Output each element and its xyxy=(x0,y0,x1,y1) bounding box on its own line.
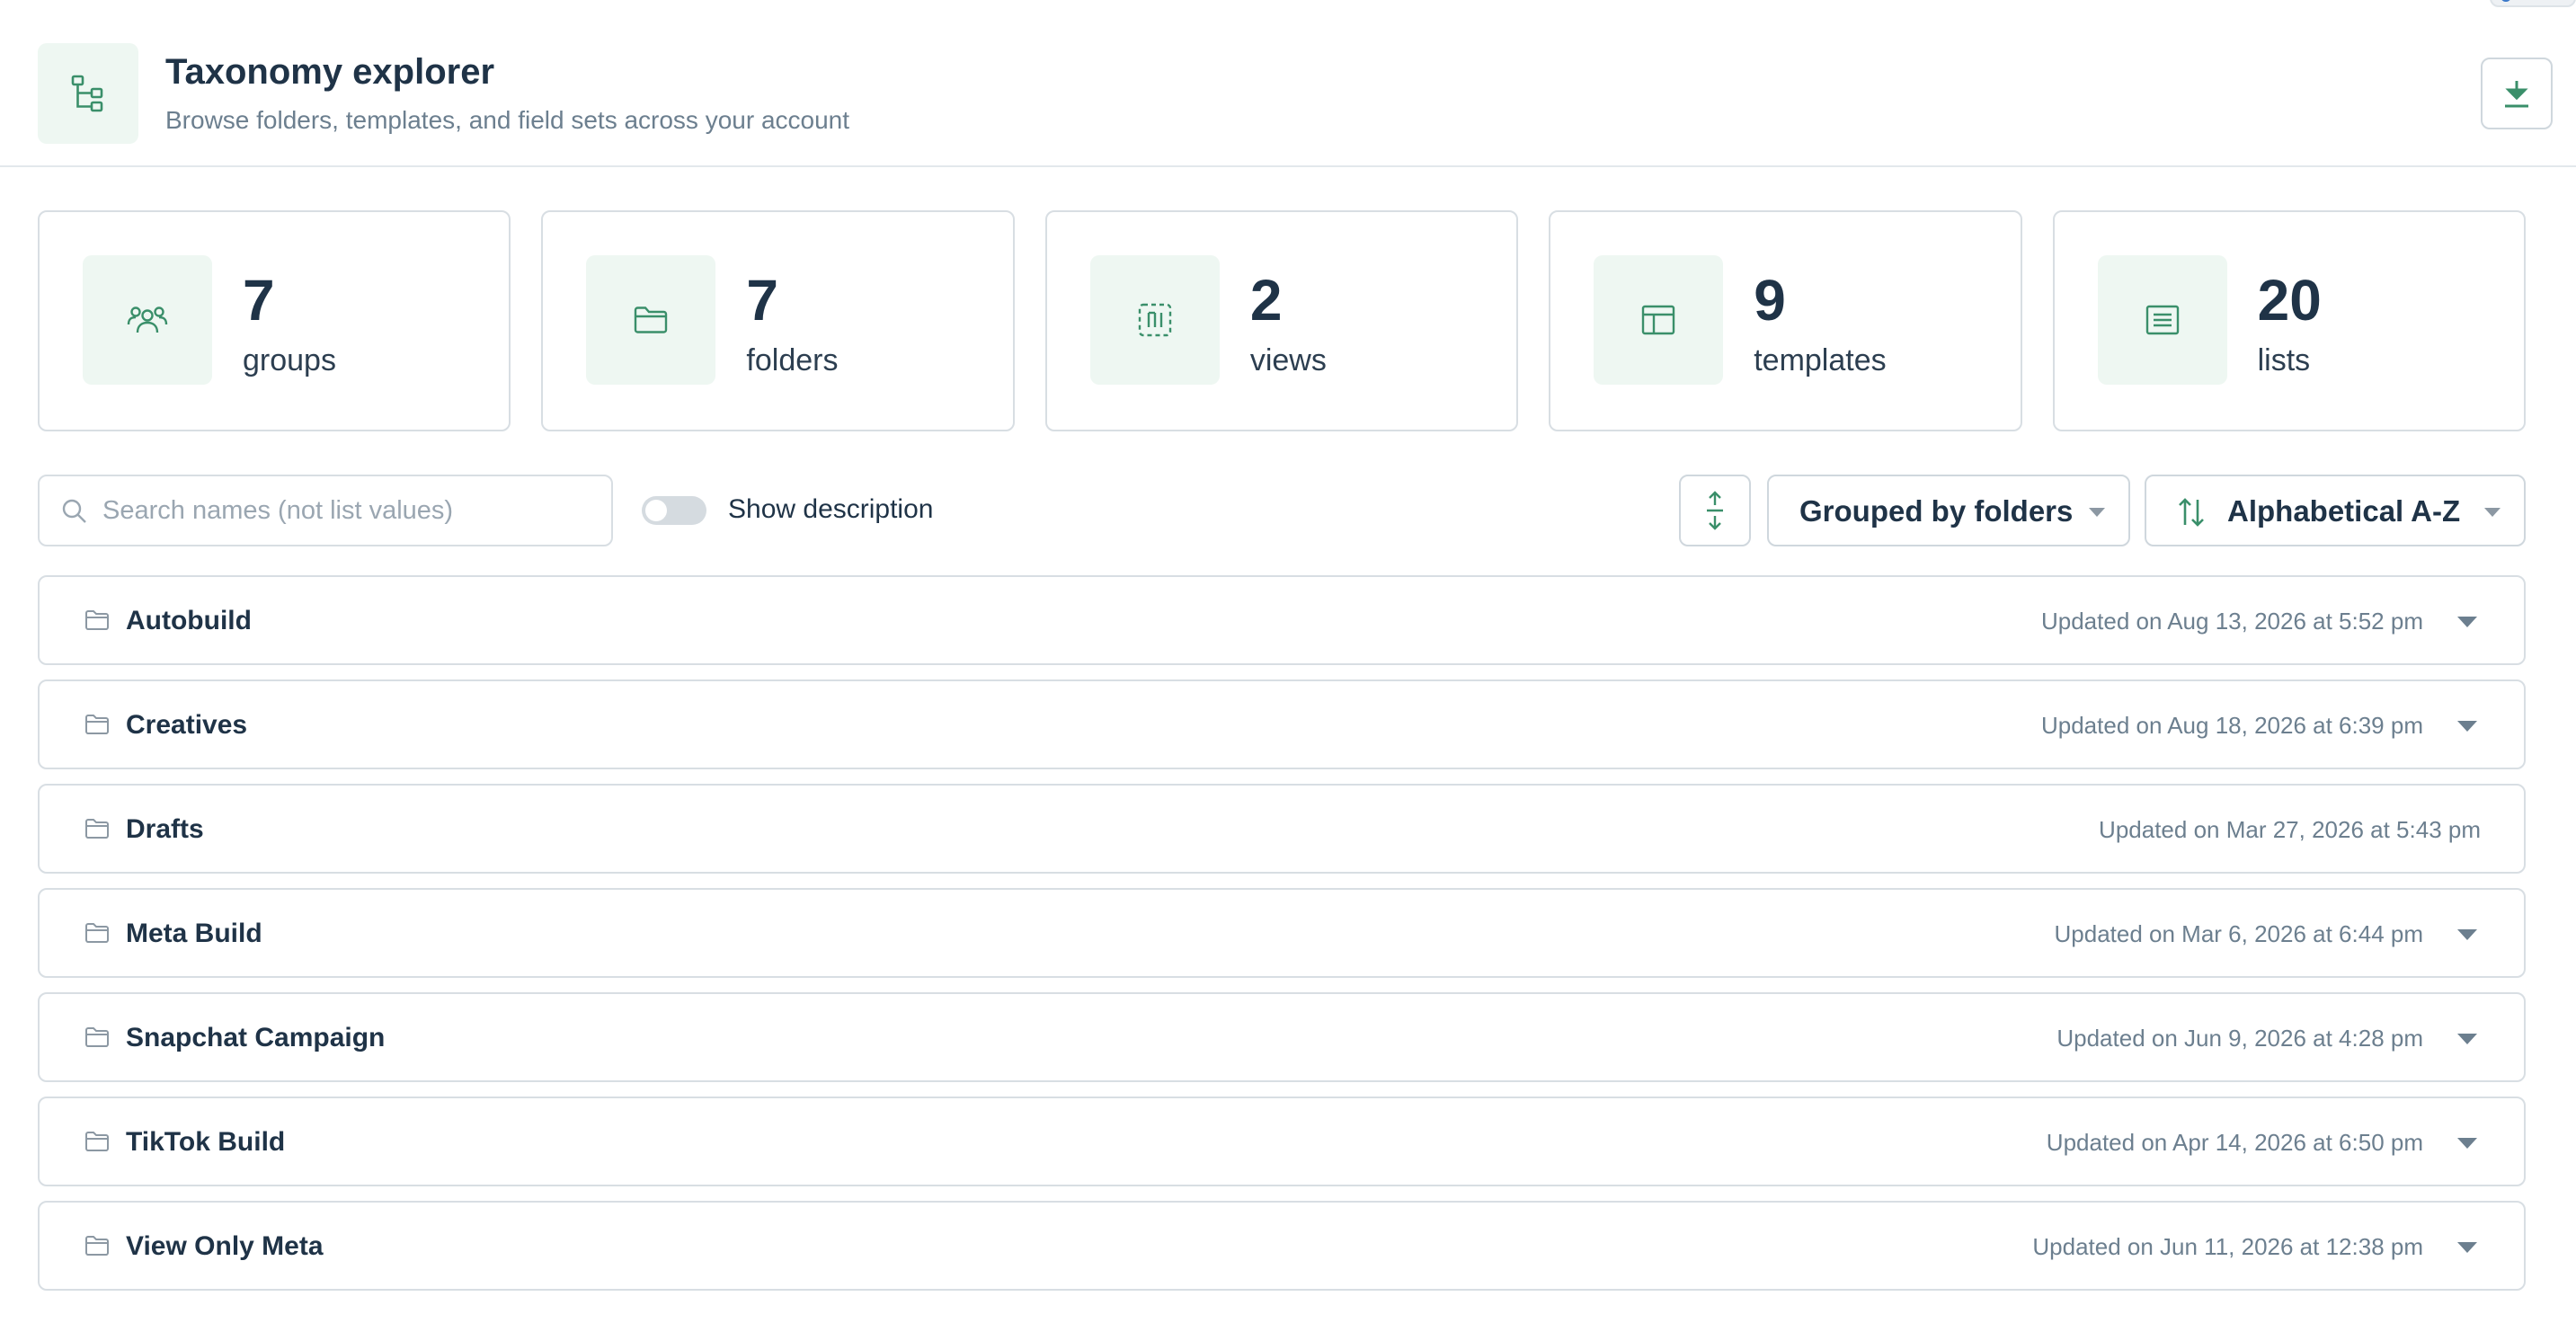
page-title: Taxonomy explorer xyxy=(165,52,495,92)
chevron-down-icon[interactable] xyxy=(2457,1242,2477,1253)
stat-card-folders: 7 folders xyxy=(541,210,1015,431)
stat-value: 20 xyxy=(2257,268,2322,333)
stat-card-lists: 20 lists xyxy=(2052,210,2527,431)
grouping-select-label: Grouped by folders xyxy=(1799,494,2074,528)
stat-card-groups: 7 groups xyxy=(38,210,511,431)
folder-updated: Updated on Aug 13, 2026 at 5:52 pm xyxy=(2040,608,2423,635)
list-icon xyxy=(2097,255,2227,385)
folder-icon xyxy=(85,610,109,630)
stat-label: lists xyxy=(2257,343,2311,377)
folder-icon xyxy=(85,819,109,839)
folder-icon xyxy=(85,1027,109,1047)
search-icon xyxy=(62,499,86,523)
stats-row: 7 groups 7 folders 2 views 9 templates 2… xyxy=(38,210,2527,431)
stat-value: 7 xyxy=(243,268,275,333)
toggle-knob xyxy=(645,500,667,521)
search-input[interactable] xyxy=(102,487,597,534)
folder-name: Meta Build xyxy=(126,919,262,948)
show-description-label: Show description xyxy=(728,494,934,524)
template-icon xyxy=(1594,255,1724,385)
stat-value: 9 xyxy=(1754,268,1786,333)
stat-value: 2 xyxy=(1249,268,1283,333)
tree-icon xyxy=(38,43,138,144)
chevron-down-icon[interactable] xyxy=(2457,929,2477,940)
stat-label: views xyxy=(1249,343,1327,377)
folder-icon xyxy=(586,255,716,385)
grouping-select[interactable]: Grouped by folders xyxy=(1767,475,2130,546)
chevron-down-icon[interactable] xyxy=(2457,617,2477,627)
folder-icon xyxy=(85,715,109,734)
folder-name: Snapchat Campaign xyxy=(126,1023,386,1052)
folder-row-meta-build[interactable]: Meta Build Updated on Mar 6, 2026 at 6:4… xyxy=(38,888,2526,978)
folder-updated: Updated on Mar 6, 2026 at 6:44 pm xyxy=(2054,920,2424,947)
folder-name: TikTok Build xyxy=(126,1127,286,1157)
chevron-down-icon xyxy=(2089,508,2105,517)
folder-updated: Updated on Aug 18, 2026 at 6:39 pm xyxy=(2040,712,2423,739)
folder-row-snapchat-campaign[interactable]: Snapchat Campaign Updated on Jun 9, 2026… xyxy=(38,992,2526,1082)
groups-icon xyxy=(83,255,212,385)
collapse-all-button[interactable] xyxy=(1679,475,1751,546)
stat-card-templates: 9 templates xyxy=(1549,210,2022,431)
folder-updated: Updated on Mar 27, 2026 at 5:43 pm xyxy=(2099,816,2481,843)
chevron-down-icon xyxy=(2484,508,2500,517)
download-icon xyxy=(2505,81,2528,108)
folder-row-autobuild[interactable]: Autobuild Updated on Aug 13, 2026 at 5:5… xyxy=(38,575,2526,665)
chevron-down-icon[interactable] xyxy=(2457,1138,2477,1149)
stat-card-views: 2 views xyxy=(1044,210,1519,431)
show-description-toggle[interactable] xyxy=(642,496,706,525)
stat-label: templates xyxy=(1754,343,1887,377)
folder-name: Drafts xyxy=(126,814,204,844)
folder-row-tiktok-build[interactable]: TikTok Build Updated on Apr 14, 2026 at … xyxy=(38,1097,2526,1186)
download-button[interactable] xyxy=(2481,58,2553,129)
folder-row-drafts[interactable]: Drafts Updated on Mar 27, 2026 at 5:43 p… xyxy=(38,784,2526,874)
folder-name: View Only Meta xyxy=(126,1231,324,1261)
page-subtitle: Browse folders, templates, and field set… xyxy=(165,106,850,134)
folder-row-creatives[interactable]: Creatives Updated on Aug 18, 2026 at 6:3… xyxy=(38,679,2526,769)
folder-icon xyxy=(85,923,109,943)
collapse-icon xyxy=(1707,491,1723,530)
folder-updated: Updated on Jun 9, 2026 at 4:28 pm xyxy=(2056,1025,2423,1052)
folder-name: Autobuild xyxy=(126,606,252,635)
sort-icon xyxy=(2179,498,2204,527)
folder-updated: Updated on Jun 11, 2026 at 12:38 pm xyxy=(2032,1233,2423,1260)
chevron-down-icon[interactable] xyxy=(2457,1034,2477,1044)
views-icon xyxy=(1089,255,1220,385)
sort-select[interactable]: Alphabetical A-Z xyxy=(2145,475,2526,546)
folder-name: Creatives xyxy=(126,710,248,740)
stat-value: 7 xyxy=(746,268,778,333)
folder-updated: Updated on Apr 14, 2026 at 6:50 pm xyxy=(2046,1129,2423,1156)
chevron-down-icon[interactable] xyxy=(2457,721,2477,732)
folder-row-view-only-meta[interactable]: View Only Meta Updated on Jun 11, 2026 a… xyxy=(38,1201,2526,1291)
folder-icon xyxy=(85,1132,109,1151)
stat-label: folders xyxy=(746,343,839,377)
folder-icon xyxy=(85,1236,109,1256)
sort-select-label: Alphabetical A-Z xyxy=(2227,494,2461,528)
search-box[interactable] xyxy=(38,475,613,546)
stat-label: groups xyxy=(243,343,336,377)
page-header: Taxonomy explorer Browse folders, templa… xyxy=(0,0,2576,167)
